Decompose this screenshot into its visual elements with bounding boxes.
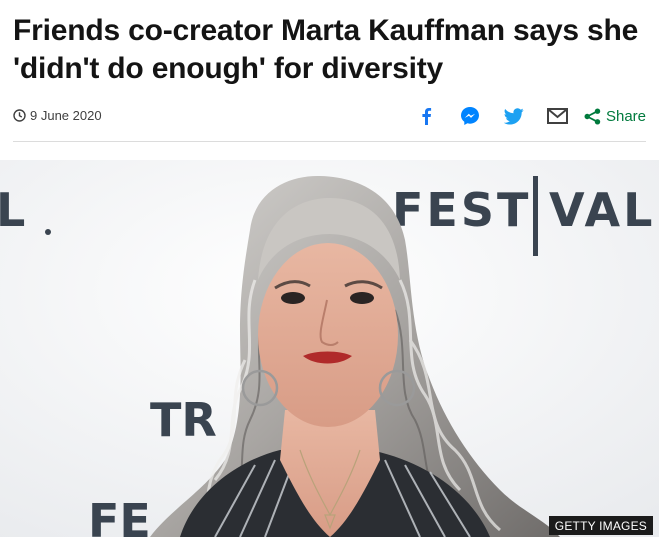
email-share-button[interactable] bbox=[536, 101, 580, 131]
svg-text:L: L bbox=[0, 183, 25, 237]
meta-divider bbox=[13, 141, 646, 142]
facebook-icon bbox=[422, 108, 432, 125]
facebook-share-button[interactable] bbox=[404, 101, 448, 131]
article-photo: FEST VAL L TR FE GETTY IMAGES bbox=[0, 160, 659, 537]
share-label: Share bbox=[605, 107, 646, 125]
image-credit: GETTY IMAGES bbox=[548, 516, 653, 535]
article-date: 9 June 2020 bbox=[13, 108, 102, 123]
share-icon bbox=[584, 108, 601, 124]
svg-text:TR: TR bbox=[150, 393, 217, 447]
messenger-icon bbox=[460, 107, 479, 125]
article-headline: Friends co-creator Marta Kauffman says s… bbox=[13, 14, 639, 85]
portrait-photo: FEST VAL L TR FE bbox=[0, 160, 659, 537]
svg-text:FE: FE bbox=[88, 494, 151, 537]
share-button[interactable]: Share bbox=[584, 108, 646, 125]
messenger-share-button[interactable] bbox=[448, 101, 492, 131]
svg-text:VAL: VAL bbox=[549, 183, 655, 237]
date-text: 9 June 2020 bbox=[30, 108, 102, 123]
twitter-share-button[interactable] bbox=[492, 101, 536, 131]
svg-text:FEST: FEST bbox=[392, 183, 531, 237]
twitter-icon bbox=[503, 107, 524, 124]
share-tools: Share bbox=[404, 101, 646, 131]
email-icon bbox=[547, 108, 569, 124]
clock-icon bbox=[13, 109, 26, 122]
article-meta: 9 June 2020 Share bbox=[13, 101, 646, 131]
